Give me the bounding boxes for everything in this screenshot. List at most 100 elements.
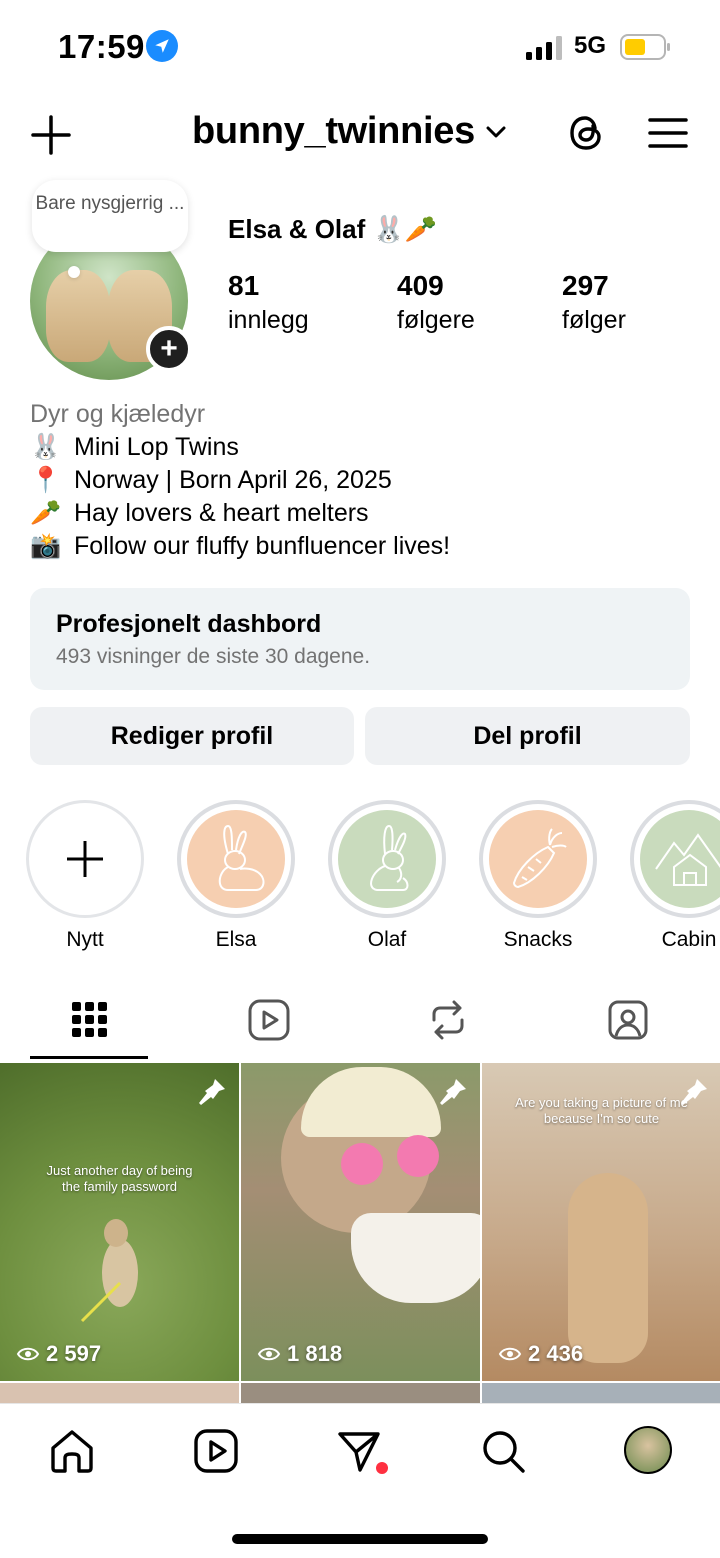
profile-note-bubble[interactable]: Bare nysgjerrig ... [32, 180, 188, 252]
view-count-value: 1 818 [287, 1341, 343, 1366]
food-bowl-image [351, 1213, 480, 1303]
reels-icon[interactable] [193, 1428, 239, 1474]
tab-grid-icon[interactable] [68, 998, 112, 1042]
house-icon [655, 833, 720, 886]
bio-line-text: Follow our fluffy bunfluencer lives! [74, 532, 451, 560]
cellular-signal-icon [526, 36, 562, 60]
bunny-standing-image [568, 1173, 648, 1363]
highlight-cover [338, 810, 436, 908]
add-story-icon[interactable]: + [146, 326, 192, 372]
following-count-value: 297 [562, 270, 609, 301]
bio-category: Dyr og kjæledyr [30, 400, 206, 428]
status-bar: 17:59 5G [0, 0, 720, 96]
chevron-down-icon [486, 126, 506, 137]
highlight-cover [640, 810, 720, 908]
clock: 17:59 [58, 28, 145, 65]
rabbit-emoji: 🐰 [30, 433, 62, 461]
carrot-icon [512, 828, 567, 889]
plus-icon [67, 841, 103, 877]
eye-icon [16, 1347, 40, 1361]
profile-header: bunny_twinnies [0, 100, 720, 170]
dashboard-title: Profesjonelt dashbord [56, 610, 322, 638]
tab-tagged-icon[interactable] [606, 998, 650, 1042]
network-type: 5G [574, 32, 607, 59]
sunhat-image [301, 1067, 441, 1137]
highlight-ring [328, 800, 446, 918]
camera-emoji: 📸 [30, 532, 62, 560]
location-arrow-icon [146, 30, 178, 62]
carrot-emoji: 🥕 [30, 499, 62, 527]
dashboard-subtitle: 493 visninger de siste 30 dagene. [56, 645, 371, 668]
grid-post[interactable] [0, 1383, 239, 1403]
view-count: 2 597 [16, 1341, 101, 1367]
view-count-value: 2 597 [46, 1341, 102, 1366]
followers-count[interactable]: 409 følgere [397, 270, 475, 335]
followers-count-value: 409 [397, 270, 444, 301]
note-bubble-tail [68, 266, 80, 278]
rabbit-icon [218, 824, 265, 891]
username-label: bunny_twinnies [192, 110, 475, 152]
view-count: 2 436 [498, 1341, 583, 1367]
pin-emoji: 📍 [30, 466, 62, 494]
bio-line-text: Mini Lop Twins [74, 433, 239, 461]
profile-avatar-tab[interactable] [624, 1426, 672, 1474]
highlight-ring [26, 800, 144, 918]
posts-grid: Just another day of being the family pas… [0, 1063, 720, 1403]
profile-content-tabs [0, 992, 720, 1062]
posts-count[interactable]: 81 innlegg [228, 270, 309, 335]
view-count-value: 2 436 [528, 1341, 584, 1366]
highlight-label: Olaf [367, 928, 407, 951]
share-profile-button[interactable]: Del profil [365, 707, 690, 765]
highlight-ring [177, 800, 295, 918]
bottom-navigation [0, 1403, 720, 1558]
rabbit-icon [370, 824, 409, 891]
bio-line: 🥕 Hay lovers & heart melters [30, 497, 690, 530]
account-switcher[interactable]: bunny_twinnies [192, 110, 507, 153]
grid-post[interactable] [482, 1383, 720, 1403]
menu-icon[interactable] [648, 114, 688, 152]
post-caption: Just another day of being the family pas… [46, 1163, 193, 1194]
bio-line: 📍 Norway | Born April 26, 2025 [30, 464, 690, 497]
pin-icon [199, 1079, 225, 1105]
posts-count-label: innlegg [228, 306, 309, 334]
followers-count-label: følgere [397, 306, 475, 334]
bio-line-text: Norway | Born April 26, 2025 [74, 466, 392, 494]
posts-count-value: 81 [228, 270, 260, 301]
following-count-label: følger [562, 306, 626, 334]
grid-post[interactable]: Are you taking a picture of me because I… [482, 1063, 720, 1381]
highlight-olaf[interactable]: Olaf [327, 800, 447, 952]
highlight-snacks[interactable]: Snacks [478, 800, 598, 952]
tab-reels-icon[interactable] [247, 998, 291, 1042]
professional-dashboard-card[interactable]: Profesjonelt dashbord 493 visninger de s… [30, 588, 690, 690]
battery-icon [620, 34, 670, 60]
story-highlights: Nytt Elsa Olaf Snacks Cabin [0, 800, 720, 960]
bio-line: 🐰 Mini Lop Twins [30, 431, 690, 464]
create-plus-icon[interactable] [30, 114, 72, 156]
pink-sunglasses-image [341, 1135, 441, 1185]
highlight-label: Snacks [503, 928, 573, 951]
bio-line-text: Hay lovers & heart melters [74, 499, 369, 527]
home-indicator [232, 1534, 488, 1544]
highlight-cabin[interactable]: Cabin [629, 800, 720, 952]
threads-icon[interactable] [566, 112, 608, 154]
highlight-ring [630, 800, 720, 918]
highlight-cover [187, 810, 285, 908]
search-icon[interactable] [480, 1428, 526, 1474]
bunny-walking-image [80, 1219, 138, 1323]
profile-bio: Dyr og kjæledyr 🐰 Mini Lop Twins 📍 Norway … [30, 398, 690, 563]
highlight-new[interactable]: Nytt [25, 800, 145, 952]
edit-profile-button[interactable]: Rediger profil [30, 707, 354, 765]
bunny-elsa-image [46, 270, 110, 362]
following-count[interactable]: 297 følger [562, 270, 626, 335]
grid-post[interactable] [241, 1383, 480, 1403]
pin-icon [681, 1079, 707, 1105]
highlight-label: Elsa [215, 928, 257, 951]
grid-post[interactable]: 1 818 [241, 1063, 480, 1381]
grid-post[interactable]: Just another day of being the family pas… [0, 1063, 239, 1381]
highlight-elsa[interactable]: Elsa [176, 800, 296, 952]
highlight-cover [489, 810, 587, 908]
tab-reposts-icon[interactable] [426, 998, 470, 1042]
eye-icon [498, 1347, 522, 1361]
home-icon[interactable] [49, 1428, 95, 1474]
notification-dot [376, 1462, 388, 1474]
